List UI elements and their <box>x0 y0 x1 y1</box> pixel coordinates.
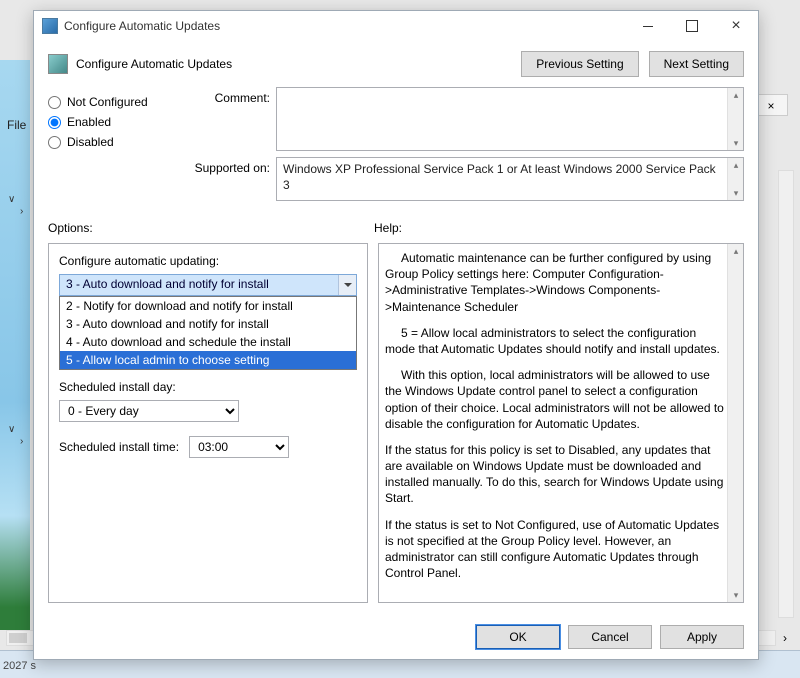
radio-enabled-input[interactable] <box>48 116 61 129</box>
scroll-down-icon[interactable]: ▾ <box>728 186 744 200</box>
window-icon <box>42 18 58 34</box>
scroll-down-icon[interactable]: ▾ <box>728 136 744 150</box>
help-paragraph: If the status for this policy is set to … <box>385 442 725 507</box>
supported-on-textarea: Windows XP Professional Service Pack 1 o… <box>276 157 744 201</box>
maximize-button[interactable] <box>670 11 714 41</box>
textarea-scrollbar[interactable]: ▴ ▾ <box>727 158 743 200</box>
help-paragraph: With this option, local administrators w… <box>385 367 725 432</box>
bg-vertical-scrollbar[interactable] <box>778 170 794 618</box>
ok-button[interactable]: OK <box>476 625 560 649</box>
radio-disabled[interactable]: Disabled <box>48 135 178 149</box>
radio-enabled[interactable]: Enabled <box>48 115 178 129</box>
combo-value[interactable]: 3 - Auto download and notify for install <box>59 274 357 296</box>
radio-not-configured[interactable]: Not Configured <box>48 95 178 109</box>
next-setting-button[interactable]: Next Setting <box>649 51 744 77</box>
dropdown-option[interactable]: 3 - Auto download and notify for install <box>60 315 356 333</box>
scroll-right-icon[interactable]: › <box>777 631 793 645</box>
scheduled-time-label: Scheduled install time: <box>59 440 179 454</box>
radio-label: Disabled <box>67 135 114 149</box>
window-title: Configure Automatic Updates <box>64 19 626 33</box>
dropdown-option[interactable]: 4 - Auto download and schedule the insta… <box>60 333 356 351</box>
configure-updating-dropdown[interactable]: 2 - Notify for download and notify for i… <box>59 296 357 370</box>
textarea-scrollbar[interactable]: ▴ ▾ <box>727 88 743 150</box>
radio-label: Enabled <box>67 115 111 129</box>
tree-chevron-icon[interactable]: › <box>20 436 23 447</box>
dropdown-option[interactable]: 2 - Notify for download and notify for i… <box>60 297 356 315</box>
statusbar-text: 2027 s <box>3 660 36 672</box>
comment-textarea[interactable]: ▴ ▾ <box>276 87 744 151</box>
scroll-up-icon[interactable]: ▴ <box>728 158 744 172</box>
comment-value <box>277 88 743 96</box>
comment-label: Comment: <box>178 87 276 151</box>
help-scrollbar[interactable]: ▴ ▾ <box>727 244 743 602</box>
options-section-label: Options: <box>48 221 374 235</box>
help-section-label: Help: <box>374 221 402 235</box>
gpo-setting-dialog: Configure Automatic Updates × Configure … <box>33 10 759 660</box>
dropdown-option[interactable]: 5 - Allow local admin to choose setting <box>60 351 356 369</box>
help-paragraph: If the status is set to Not Configured, … <box>385 517 725 582</box>
chevron-down-icon[interactable] <box>338 275 356 295</box>
supported-on-value: Windows XP Professional Service Pack 1 o… <box>277 158 743 197</box>
state-radio-group: Not Configured Enabled Disabled <box>48 87 178 207</box>
scroll-down-icon[interactable]: ▾ <box>728 588 744 602</box>
cancel-button[interactable]: Cancel <box>568 625 652 649</box>
configure-updating-combo[interactable]: 3 - Auto download and notify for install… <box>59 274 357 296</box>
titlebar[interactable]: Configure Automatic Updates × <box>34 11 758 41</box>
help-text-body[interactable]: Automatic maintenance can be further con… <box>385 250 725 596</box>
tree-chevron-icon[interactable]: ∨ <box>8 424 15 435</box>
scheduled-day-select[interactable]: 0 - Every day <box>59 400 239 422</box>
policy-subtitle: Configure Automatic Updates <box>76 57 511 71</box>
tree-chevron-icon[interactable]: › <box>20 206 23 217</box>
radio-label: Not Configured <box>67 95 148 109</box>
help-paragraph: 5 = Allow local administrators to select… <box>385 325 725 357</box>
radio-not-configured-input[interactable] <box>48 96 61 109</box>
scheduled-time-select[interactable]: 03:00 <box>189 436 289 458</box>
radio-disabled-input[interactable] <box>48 136 61 149</box>
options-panel: Configure automatic updating: 3 - Auto d… <box>48 243 368 603</box>
bg-file-menu[interactable]: File <box>7 118 26 132</box>
tree-chevron-icon[interactable]: ∨ <box>8 194 15 205</box>
scheduled-day-label: Scheduled install day: <box>59 380 357 394</box>
close-button[interactable]: × <box>714 11 758 41</box>
previous-setting-button[interactable]: Previous Setting <box>521 51 638 77</box>
help-paragraph: Automatic maintenance can be further con… <box>385 250 725 315</box>
configure-updating-label: Configure automatic updating: <box>59 254 357 268</box>
scroll-up-icon[interactable]: ▴ <box>728 88 744 102</box>
bg-window-close[interactable]: × <box>754 94 788 116</box>
apply-button[interactable]: Apply <box>660 625 744 649</box>
minimize-button[interactable] <box>626 11 670 41</box>
scrollbar-thumb[interactable] <box>9 633 27 643</box>
supported-on-label: Supported on: <box>178 157 276 201</box>
policy-icon <box>48 54 68 74</box>
help-panel: Automatic maintenance can be further con… <box>378 243 744 603</box>
wallpaper-strip <box>0 60 30 630</box>
scroll-up-icon[interactable]: ▴ <box>728 244 744 258</box>
